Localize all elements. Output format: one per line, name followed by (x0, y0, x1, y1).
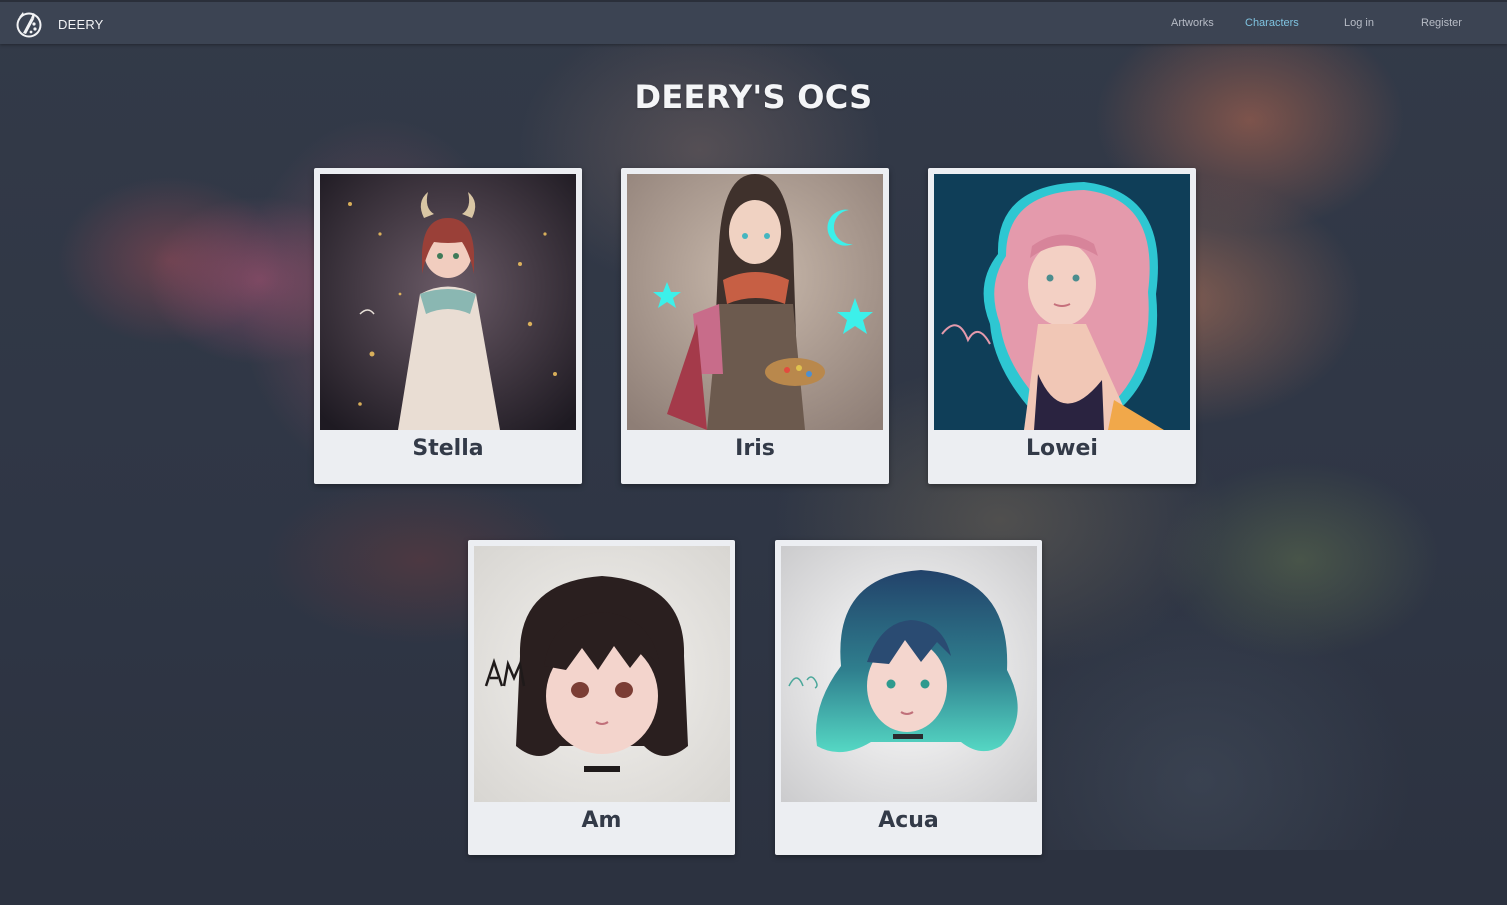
character-card-iris[interactable]: Iris (621, 168, 889, 484)
nav-link-characters[interactable]: Characters (1245, 17, 1299, 29)
nav-links: Artworks Characters Log in Register (0, 17, 1507, 33)
character-name[interactable]: Lowei (928, 436, 1196, 461)
character-card-stella[interactable]: Stella (314, 168, 582, 484)
character-card-am[interactable]: Am (468, 540, 735, 855)
character-image-lowei[interactable] (934, 174, 1190, 430)
character-image-stella[interactable] (320, 174, 576, 430)
character-image-iris[interactable] (627, 174, 883, 430)
character-name[interactable]: Acua (775, 808, 1042, 833)
character-name[interactable]: Am (468, 808, 735, 833)
character-card-acua[interactable]: Acua (775, 540, 1042, 855)
nav-link-register[interactable]: Register (1421, 17, 1462, 29)
character-name[interactable]: Stella (314, 436, 582, 461)
character-image-am[interactable] (474, 546, 730, 802)
nav-link-artworks[interactable]: Artworks (1171, 17, 1214, 29)
character-image-acua[interactable] (781, 546, 1037, 802)
nav-link-login[interactable]: Log in (1344, 17, 1374, 29)
top-navbar: DEERY Artworks Characters Log in Registe… (0, 0, 1507, 44)
page-title: DEERY'S OCS (634, 78, 873, 116)
character-name[interactable]: Iris (621, 436, 889, 461)
character-card-lowei[interactable]: Lowei (928, 168, 1196, 484)
background-footer-shade (0, 850, 1507, 905)
